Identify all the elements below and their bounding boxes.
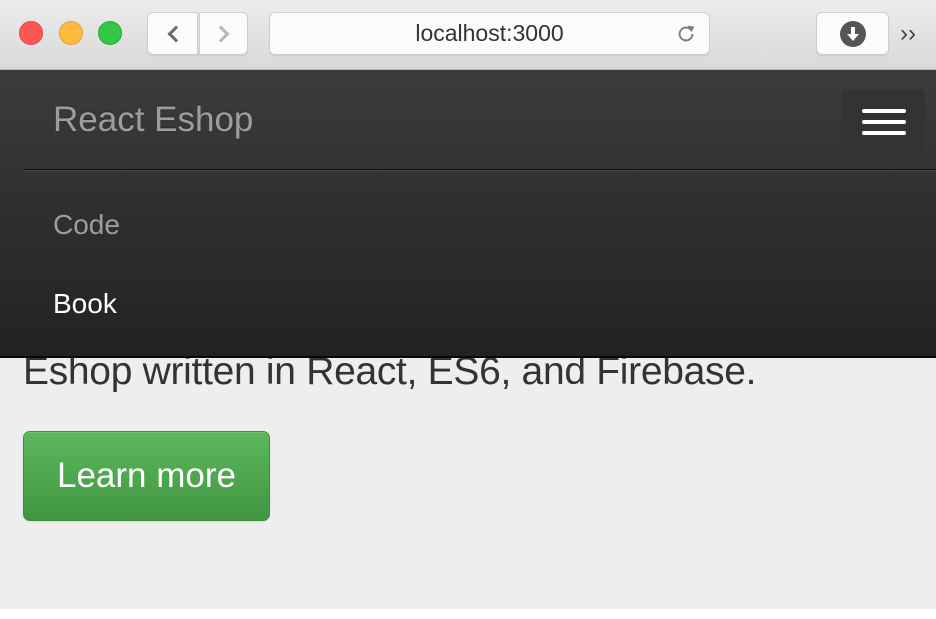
zoom-window-icon[interactable] xyxy=(98,21,122,45)
double-chevron-right-icon[interactable]: ›› xyxy=(900,20,930,48)
page-content: Eshop written in React, ES6, and Firebas… xyxy=(0,70,936,609)
browser-toolbar: localhost:3000 ›› xyxy=(0,0,936,70)
back-button[interactable] xyxy=(147,12,198,55)
nav-item-book[interactable]: Book xyxy=(53,288,117,320)
forward-button[interactable] xyxy=(199,12,248,55)
reload-icon[interactable] xyxy=(675,23,697,45)
download-icon xyxy=(839,20,866,47)
navbar-brand[interactable]: React Eshop xyxy=(53,100,253,140)
close-window-icon[interactable] xyxy=(19,21,43,45)
downloads-button[interactable] xyxy=(816,12,889,55)
learn-more-button[interactable]: Learn more xyxy=(23,431,270,521)
url-text: localhost:3000 xyxy=(415,20,564,46)
chevron-left-icon xyxy=(167,25,184,42)
chevron-right-icon xyxy=(212,25,229,42)
address-bar[interactable]: localhost:3000 xyxy=(269,12,710,55)
navbar: React Eshop Code Book xyxy=(0,70,936,358)
navbar-divider xyxy=(23,169,936,171)
minimize-window-icon[interactable] xyxy=(59,21,83,45)
nav-item-code[interactable]: Code xyxy=(53,209,120,241)
navbar-toggle-button[interactable] xyxy=(841,89,925,153)
